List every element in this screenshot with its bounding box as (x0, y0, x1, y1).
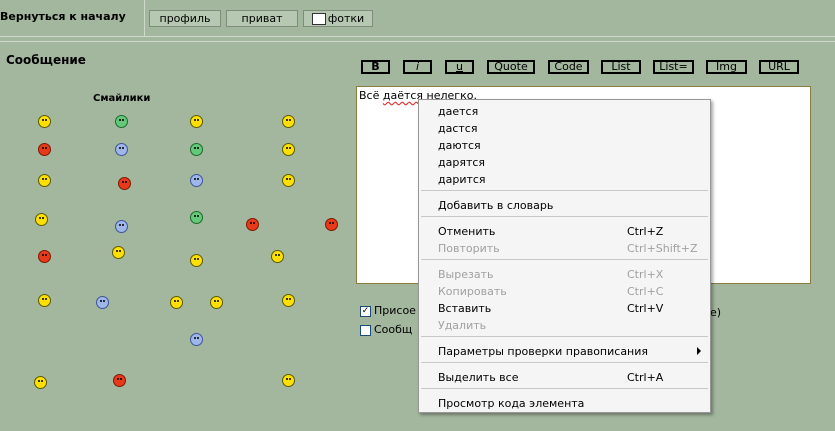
photos-button[interactable]: фотки (303, 10, 373, 27)
option-message[interactable]: Сообщ (360, 323, 412, 336)
private-button[interactable]: приват (226, 10, 298, 27)
menu-separator (421, 388, 708, 389)
undo-shortcut: Ctrl+Z (627, 225, 664, 238)
smiley-icon[interactable] (118, 177, 131, 190)
suggestion-item[interactable]: дастся (438, 122, 477, 135)
profile-button[interactable]: профиль (149, 10, 221, 27)
smiley-icon[interactable] (113, 374, 126, 387)
menu-separator (421, 259, 708, 260)
smiley-icon[interactable] (282, 294, 295, 307)
smiley-icon[interactable] (115, 220, 128, 233)
delete-item[interactable]: Удалить (438, 319, 486, 332)
smiley-icon[interactable] (38, 250, 51, 263)
divider (0, 41, 835, 42)
redo-shortcut: Ctrl+Shift+Z (627, 242, 698, 255)
smiley-icon[interactable] (282, 174, 295, 187)
smiley-icon[interactable] (282, 143, 295, 156)
menu-separator (421, 190, 708, 191)
smiley-icon[interactable] (96, 296, 109, 309)
suggestion-item[interactable]: дарятся (438, 156, 485, 169)
smiley-icon[interactable] (246, 218, 259, 231)
context-menu: дается дастся даются дарятся дарится Доб… (418, 99, 711, 413)
list-button[interactable]: List (601, 60, 641, 74)
smiley-icon[interactable] (325, 218, 338, 231)
menu-separator (421, 362, 708, 363)
bold-button[interactable]: B (361, 60, 390, 74)
menu-separator (421, 336, 708, 337)
smiley-icon[interactable] (190, 174, 203, 187)
smiley-icon[interactable] (38, 294, 51, 307)
photo-icon (311, 13, 326, 25)
italic-button[interactable]: i (403, 60, 432, 74)
checkbox-unchecked[interactable] (360, 324, 371, 336)
url-button[interactable]: URL (759, 60, 799, 74)
smiley-icon[interactable] (282, 115, 295, 128)
smiley-icon[interactable] (190, 211, 203, 224)
code-button[interactable]: Code (548, 60, 589, 74)
option-attach[interactable]: ✓ Присое (360, 304, 416, 317)
smiley-icon[interactable] (190, 143, 203, 156)
redo-item[interactable]: Повторить (438, 242, 500, 255)
smileys-title: Смайлики (93, 93, 151, 104)
list-numbered-button[interactable]: List= (653, 60, 694, 74)
smiley-icon[interactable] (115, 143, 128, 156)
smiley-icon[interactable] (210, 296, 223, 309)
smiley-icon[interactable] (35, 213, 48, 226)
cut-item[interactable]: Вырезать (438, 268, 493, 281)
undo-item[interactable]: Отменить (438, 225, 495, 238)
smiley-icon[interactable] (112, 246, 125, 259)
submenu-arrow-icon (697, 347, 701, 355)
top-separator (144, 0, 145, 36)
add-to-dictionary-item[interactable]: Добавить в словарь (438, 199, 553, 212)
img-button[interactable]: Img (706, 60, 747, 74)
suggestion-item[interactable]: даются (438, 139, 481, 152)
photos-label: фотки (327, 12, 365, 25)
paste-shortcut: Ctrl+V (627, 302, 664, 315)
suggestion-item[interactable]: дается (438, 105, 478, 118)
smiley-icon[interactable] (38, 143, 51, 156)
smiley-icon[interactable] (115, 115, 128, 128)
select-all-item[interactable]: Выделить все (438, 371, 518, 384)
smiley-icon[interactable] (282, 374, 295, 387)
menu-separator (421, 216, 708, 217)
copy-shortcut: Ctrl+C (627, 285, 664, 298)
paste-item[interactable]: Вставить (438, 302, 491, 315)
back-to-start-link[interactable]: Вернуться к началу (0, 10, 126, 23)
smiley-icon[interactable] (38, 174, 51, 187)
suggestion-item[interactable]: дарится (438, 173, 486, 186)
message-section-title: Сообщение (6, 53, 86, 67)
smiley-icon[interactable] (170, 296, 183, 309)
checkbox-checked[interactable]: ✓ (360, 305, 371, 317)
select-all-shortcut: Ctrl+A (627, 371, 664, 384)
smiley-icon[interactable] (190, 115, 203, 128)
smiley-icon[interactable] (190, 254, 203, 267)
smiley-icon[interactable] (190, 333, 203, 346)
smiley-icon[interactable] (34, 376, 47, 389)
option-attach-tail: e) (710, 306, 722, 319)
spellcheck-settings-item[interactable]: Параметры проверки правописания (438, 345, 648, 358)
smiley-icon[interactable] (271, 250, 284, 263)
copy-item[interactable]: Копировать (438, 285, 507, 298)
inspect-element-item[interactable]: Просмотр кода элемента (438, 397, 584, 410)
cut-shortcut: Ctrl+X (627, 268, 664, 281)
underline-button[interactable]: u (445, 60, 474, 74)
smiley-icon[interactable] (38, 115, 51, 128)
quote-button[interactable]: Quote (487, 60, 535, 74)
top-bar: Вернуться к началу профиль приват фотки (0, 0, 835, 37)
